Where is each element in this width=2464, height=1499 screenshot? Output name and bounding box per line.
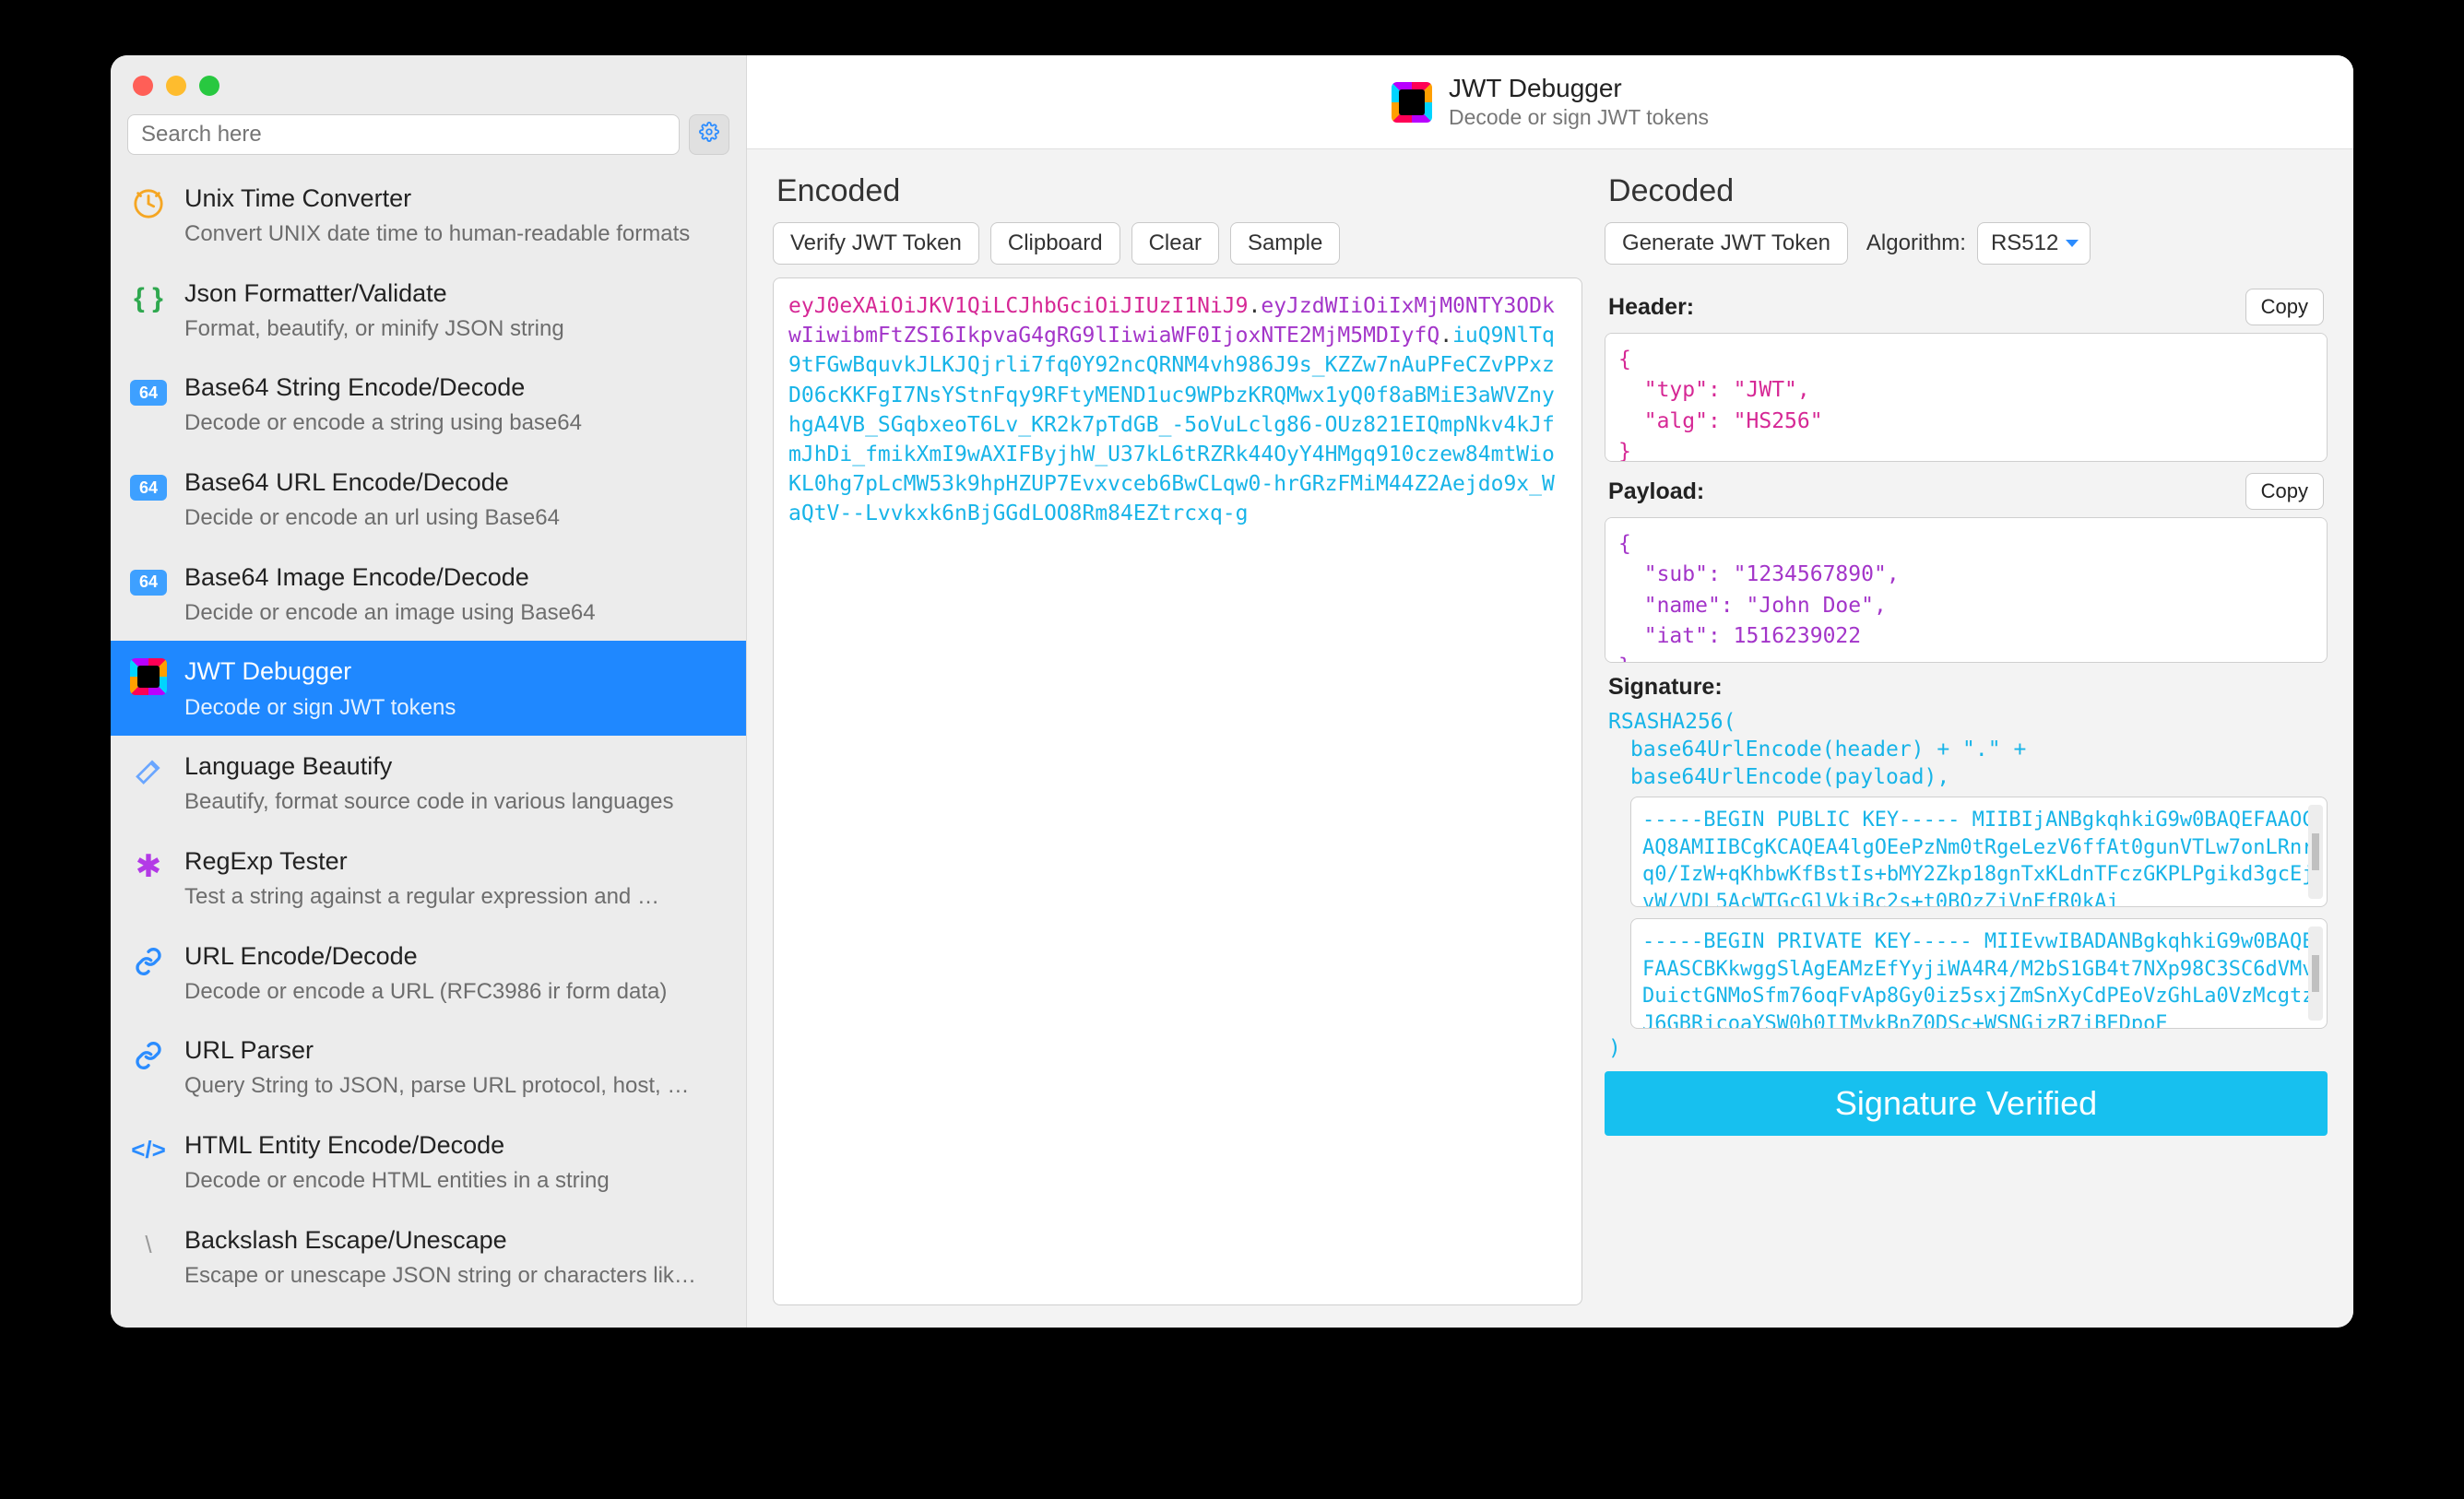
sidebar-item-title: URL Encode/Decode (184, 940, 728, 973)
sidebar-item-base64-image-encode-decode[interactable]: 64 Base64 Image Encode/DecodeDecide or en… (111, 547, 746, 642)
sidebar-item-html-entity-encode-decode[interactable]: </> HTML Entity Encode/DecodeDecode or en… (111, 1115, 746, 1210)
sidebar-item-subtitle: Query String to JSON, parse URL protocol… (184, 1070, 728, 1102)
sidebar-item-base64-string-encode-decode[interactable]: 64 Base64 String Encode/DecodeDecode or e… (111, 357, 746, 452)
braces-icon: { } (129, 279, 168, 318)
clipboard-button[interactable]: Clipboard (990, 222, 1120, 265)
verify-jwt-button[interactable]: Verify JWT Token (773, 222, 979, 265)
asterisk-icon: ✱ (129, 847, 168, 886)
algorithm-label: Algorithm: (1866, 230, 1966, 256)
scrollbar[interactable] (2308, 927, 2323, 1021)
public-key-textarea[interactable]: -----BEGIN PUBLIC KEY----- MIIBIjANBgkqh… (1630, 797, 2328, 907)
sidebar-item-subtitle: Decode or encode HTML entities in a stri… (184, 1165, 728, 1197)
code-icon: </> (129, 1131, 168, 1170)
sidebar-item-title: Base64 String Encode/Decode (184, 372, 728, 404)
generate-jwt-button[interactable]: Generate JWT Token (1605, 222, 1848, 265)
sidebar-item-language-beautify[interactable]: Language BeautifyBeautify, format source… (111, 736, 746, 831)
signature-close-line: ) (1605, 1034, 2328, 1062)
sidebar-item-regexp-tester[interactable]: ✱ RegExp TesterTest a string against a re… (111, 831, 746, 926)
sidebar-item-subtitle: Decode or encode a string using base64 (184, 407, 728, 439)
sidebar-item-subtitle: Beautify, format source code in various … (184, 786, 728, 818)
clock-icon (129, 184, 168, 223)
link-icon (129, 942, 168, 981)
signature-verified-banner: Signature Verified (1605, 1071, 2328, 1136)
sidebar-item-jwt-debugger[interactable]: JWT Debugger Decode or sign JWT tokens (111, 641, 746, 736)
sidebar-item-title: Language Beautify (184, 750, 728, 783)
header-section-label: Header: (1608, 294, 1694, 321)
sidebar-item-subtitle: Escape or unescape JSON string or charac… (184, 1260, 728, 1292)
sidebar-item-backslash-escape-unescape[interactable]: \ Backslash Escape/UnescapeEscape or unes… (111, 1210, 746, 1304)
jwt-signature-segment: iuQ9NlTq9tFGwBquvkJLKJQjrli7fq0Y92ncQRNM… (788, 324, 1555, 525)
sidebar-item-json-formatter-validate[interactable]: { } Json Formatter/ValidateFormat, beauti… (111, 263, 746, 358)
main-area: JWT Debugger Decode or sign JWT tokens E… (747, 55, 2353, 1328)
scrollbar[interactable] (2308, 805, 2323, 899)
close-window-button[interactable] (133, 76, 153, 96)
encoded-panel: Encoded Verify JWT Token Clipboard Clear… (773, 168, 1582, 1305)
app-window: Unix Time ConverterConvert UNIX date tim… (111, 55, 2353, 1328)
settings-button[interactable] (689, 114, 729, 155)
sidebar-item-title: URL Parser (184, 1034, 728, 1067)
sidebar-item-title: Backslash Escape/Unescape (184, 1224, 728, 1257)
backslash-icon: \ (129, 1226, 168, 1265)
sidebar-item-subtitle: Decide or encode an url using Base64 (184, 502, 728, 534)
sidebar-item-url-parser[interactable]: URL ParserQuery String to JSON, parse UR… (111, 1020, 746, 1115)
sidebar-item-unix-time-converter[interactable]: Unix Time ConverterConvert UNIX date tim… (111, 168, 746, 263)
clear-button[interactable]: Clear (1131, 222, 1219, 265)
signature-line-2: base64UrlEncode(payload), (1605, 763, 2328, 791)
decoded-payload-box[interactable]: { "sub": "1234567890", "name": "John Doe… (1605, 517, 2328, 663)
encoded-token-textarea[interactable]: eyJ0eXAiOiJKV1QiLCJhbGciOiJIUzI1NiJ9.eyJ… (773, 277, 1582, 1305)
sidebar-item-title: HTML Entity Encode/Decode (184, 1129, 728, 1162)
sidebar-item-subtitle: Test a string against a regular expressi… (184, 881, 728, 913)
jwt-icon (129, 657, 168, 696)
minimize-window-button[interactable] (166, 76, 186, 96)
zoom-window-button[interactable] (199, 76, 219, 96)
search-input[interactable] (127, 114, 680, 155)
encoded-heading: Encoded (773, 168, 1582, 222)
sidebar-item-base64-url-encode-decode[interactable]: 64 Base64 URL Encode/DecodeDecide or enco… (111, 452, 746, 547)
base64-icon: 64 (129, 373, 168, 412)
copy-payload-button[interactable]: Copy (2245, 473, 2324, 510)
sidebar-item-subtitle: Decode or sign JWT tokens (184, 692, 728, 724)
jwt-header-segment: eyJ0eXAiOiJKV1QiLCJhbGciOiJIUzI1NiJ9 (788, 294, 1249, 318)
sidebar: Unix Time ConverterConvert UNIX date tim… (111, 55, 747, 1328)
algorithm-select[interactable]: RS512 (1977, 222, 2091, 265)
sidebar-item-title: Base64 URL Encode/Decode (184, 466, 728, 499)
tool-list[interactable]: Unix Time ConverterConvert UNIX date tim… (111, 168, 746, 1328)
decoded-heading: Decoded (1605, 168, 2328, 222)
private-key-textarea[interactable]: -----BEGIN PRIVATE KEY----- MIIEvwIBADAN… (1630, 918, 2328, 1029)
sidebar-item-title: Json Formatter/Validate (184, 277, 728, 310)
sidebar-item-subtitle: Format, beautify, or minify JSON string (184, 313, 728, 345)
window-controls (111, 55, 746, 105)
link-icon (129, 1036, 168, 1075)
sidebar-item-title: RegExp Tester (184, 845, 728, 878)
main-header: JWT Debugger Decode or sign JWT tokens (747, 55, 2353, 149)
sidebar-item-subtitle: Decode or encode a URL (RFC3986 ir form … (184, 976, 728, 1008)
base64-icon: 64 (129, 468, 168, 507)
signature-line-1: base64UrlEncode(header) + "." + (1605, 736, 2328, 763)
sidebar-item-title: JWT Debugger (184, 655, 728, 688)
sidebar-item-title: Unix Time Converter (184, 183, 728, 215)
payload-section-label: Payload: (1608, 478, 1704, 505)
page-subtitle: Decode or sign JWT tokens (1449, 105, 1709, 130)
copy-header-button[interactable]: Copy (2245, 289, 2324, 325)
jwt-icon (1392, 82, 1432, 123)
gear-icon (699, 122, 719, 148)
decoded-header-box[interactable]: { "typ": "JWT", "alg": "HS256" } (1605, 333, 2328, 462)
sample-button[interactable]: Sample (1230, 222, 1340, 265)
signature-fn-line: RSASHA256( (1605, 708, 2328, 736)
sidebar-item-title: Base64 Image Encode/Decode (184, 561, 728, 594)
base64-icon: 64 (129, 563, 168, 602)
sidebar-item-subtitle: Decide or encode an image using Base64 (184, 597, 728, 629)
sidebar-item-subtitle: Convert UNIX date time to human-readable… (184, 218, 728, 250)
wand-icon (129, 752, 168, 791)
signature-section-label: Signature: (1608, 674, 1723, 701)
sidebar-item-url-encode-decode[interactable]: URL Encode/DecodeDecode or encode a URL … (111, 926, 746, 1021)
page-title: JWT Debugger (1449, 74, 1709, 103)
decoded-panel: Decoded Generate JWT Token Algorithm: RS… (1605, 168, 2328, 1305)
